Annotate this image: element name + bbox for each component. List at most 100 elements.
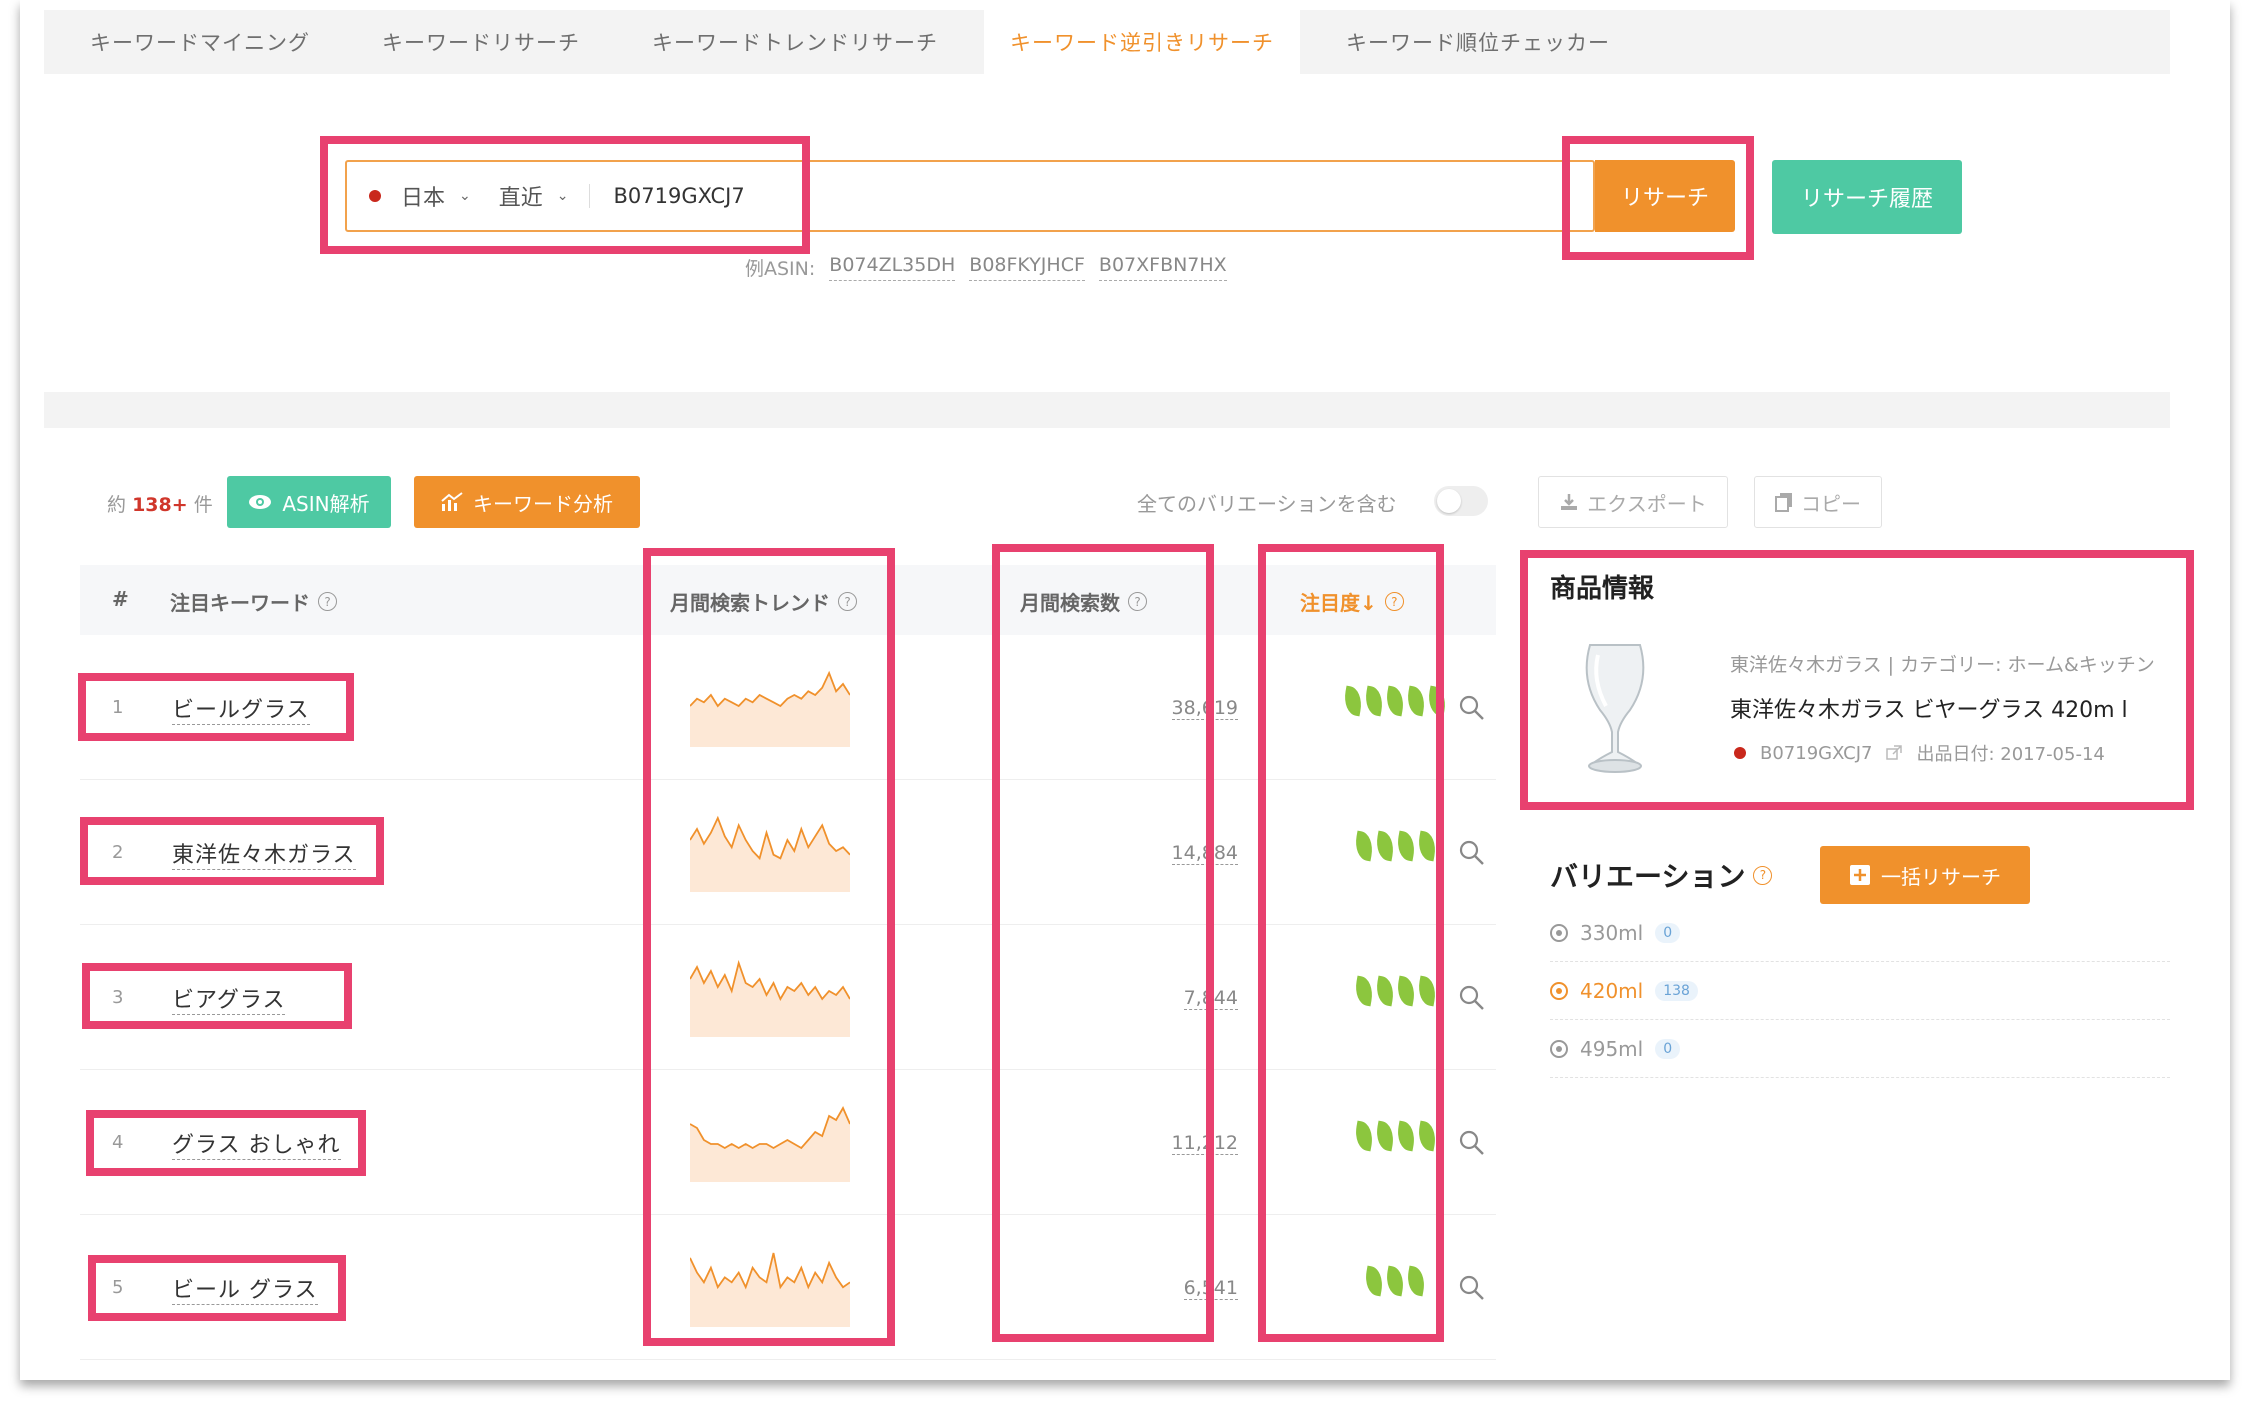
- leaf-icon: [1383, 685, 1407, 717]
- example-asin-link[interactable]: B08FKYJHCF: [969, 254, 1085, 281]
- product-asin-row: B0719GXCJ7 出品日付: 2017-05-14: [1730, 740, 2105, 766]
- example-asins: 例ASIN: B074ZL35DH B08FKYJHCF B07XFBN7HX: [745, 254, 1227, 281]
- keyword-analysis-button[interactable]: キーワード分析: [414, 476, 640, 528]
- marketplace-value: 日本: [401, 186, 446, 211]
- help-icon[interactable]: ?: [318, 592, 337, 611]
- copy-button[interactable]: コピー: [1754, 476, 1882, 528]
- variation-count-badge: 0: [1655, 1038, 1681, 1059]
- leaf-icon: [1404, 1265, 1428, 1297]
- leaf-icon: [1394, 975, 1417, 1007]
- radio-icon[interactable]: [1550, 923, 1568, 942]
- result-count-prefix: 約: [107, 494, 127, 516]
- tab-keyword-mining[interactable]: キーワードマイニング: [64, 10, 336, 74]
- plus-square-icon: [1850, 865, 1870, 885]
- search-bar: 日本 ⌄ 直近 ⌄: [345, 160, 1595, 232]
- trend-sparkline[interactable]: [690, 1100, 850, 1182]
- trend-sparkline[interactable]: [690, 810, 850, 892]
- tab-reverse-keyword-research[interactable]: キーワード逆引きリサーチ: [984, 10, 1300, 74]
- leaf-icon: [1415, 975, 1438, 1007]
- variation-label: 420ml: [1580, 978, 1644, 1003]
- search-volume-value: 38,619: [1171, 697, 1238, 720]
- product-image: [1585, 644, 1645, 773]
- column-header-attention[interactable]: 注目度↓ ?: [1300, 587, 1404, 616]
- keyword-text[interactable]: ビール グラス: [172, 1272, 318, 1305]
- search-volume[interactable]: 11,212: [1088, 1132, 1238, 1155]
- include-variations-label: 全てのバリエーションを含む: [1137, 492, 1397, 516]
- search-icon[interactable]: [1457, 1128, 1487, 1158]
- search-icon[interactable]: [1457, 838, 1487, 868]
- keyword-text[interactable]: ビールグラス: [172, 692, 310, 725]
- keyword-text[interactable]: ビアグラス: [172, 982, 286, 1015]
- help-icon[interactable]: ?: [1128, 592, 1147, 611]
- radio-icon[interactable]: [1550, 981, 1568, 1000]
- radio-icon[interactable]: [1550, 1039, 1568, 1058]
- help-icon[interactable]: ?: [1384, 592, 1404, 611]
- row-rank: 5: [112, 1277, 124, 1298]
- search-volume[interactable]: 38,619: [1088, 697, 1238, 720]
- product-asin[interactable]: B0719GXCJ7: [1760, 743, 1872, 764]
- column-header-keyword[interactable]: 注目キーワード ?: [170, 587, 337, 616]
- row-rank: 4: [112, 1132, 124, 1153]
- leaf-icon: [1415, 830, 1438, 862]
- leaf-icon: [1383, 1265, 1407, 1297]
- copy-icon: [1775, 493, 1792, 512]
- help-icon[interactable]: ?: [1753, 865, 1773, 885]
- column-header-volume[interactable]: 月間検索数 ?: [1020, 587, 1147, 616]
- search-icon[interactable]: [1457, 693, 1487, 723]
- marketplace-flag-icon: [369, 190, 381, 202]
- tab-keyword-rank-checker[interactable]: キーワード順位チェッカー: [1320, 10, 1636, 74]
- chevron-down-icon: ⌄: [556, 188, 569, 204]
- chevron-down-icon: ⌄: [459, 188, 471, 204]
- search-icon[interactable]: [1457, 983, 1487, 1013]
- search-volume[interactable]: 7,844: [1088, 987, 1238, 1010]
- table-row: 2 東洋佐々木ガラス 14,884: [80, 780, 1496, 925]
- external-link-icon[interactable]: [1886, 745, 1903, 761]
- variation-item[interactable]: 420ml 138: [1550, 962, 2170, 1020]
- column-header-trend[interactable]: 月間検索トレンド ?: [670, 587, 857, 616]
- keyword-analysis-label: キーワード分析: [473, 491, 613, 516]
- table-header: # 注目キーワード ? 月間検索トレンド ? 月間検索数 ? 注目度↓ ?: [80, 565, 1496, 635]
- asin-input[interactable]: [613, 184, 1214, 208]
- table-row: 4 グラス おしゃれ 11,212: [80, 1070, 1496, 1215]
- example-asin-link[interactable]: B07XFBN7HX: [1098, 254, 1227, 281]
- variation-label: 495ml: [1580, 1036, 1644, 1061]
- sparkline-area: [690, 963, 850, 1037]
- trend-sparkline[interactable]: [690, 955, 850, 1037]
- trend-sparkline[interactable]: [690, 665, 850, 747]
- search-volume[interactable]: 6,541: [1088, 1277, 1238, 1300]
- variation-item[interactable]: 495ml 0: [1550, 1020, 2170, 1078]
- marketplace-select[interactable]: 日本 ⌄: [401, 180, 471, 212]
- period-value: 直近: [498, 186, 543, 211]
- product-name[interactable]: 東洋佐々木ガラス ビヤーグラス 420m l: [1730, 692, 2128, 724]
- export-button[interactable]: エクスポート: [1538, 476, 1728, 528]
- keyword-text[interactable]: グラス おしゃれ: [172, 1127, 341, 1160]
- tab-keyword-research[interactable]: キーワードリサーチ: [356, 10, 606, 74]
- marketplace-flag-icon: [1734, 747, 1746, 759]
- variation-item[interactable]: 330ml 0: [1550, 904, 2170, 962]
- research-button[interactable]: リサーチ: [1595, 160, 1735, 232]
- trend-sparkline[interactable]: [690, 1245, 850, 1327]
- asin-analysis-button[interactable]: ASIN解析: [227, 476, 391, 528]
- example-asin-link[interactable]: B074ZL35DH: [829, 254, 956, 281]
- search-volume-value: 7,844: [1183, 987, 1238, 1010]
- export-label: エクスポート: [1587, 491, 1707, 516]
- search-volume[interactable]: 14,884: [1088, 842, 1238, 865]
- leaf-icon: [1425, 685, 1449, 717]
- table-row: 1 ビールグラス 38,619: [80, 635, 1496, 780]
- include-variations-toggle[interactable]: [1434, 486, 1488, 516]
- help-icon[interactable]: ?: [838, 592, 857, 611]
- column-header-keyword-label: 注目キーワード: [170, 591, 310, 615]
- eye-icon: [249, 495, 272, 509]
- table-row: 3 ビアグラス 7,844: [80, 925, 1496, 1070]
- bulk-research-button[interactable]: 一括リサーチ: [1820, 846, 2030, 904]
- result-count-value: 138+: [132, 494, 188, 516]
- period-select[interactable]: 直近 ⌄: [499, 180, 569, 212]
- tab-keyword-trend-research[interactable]: キーワードトレンドリサーチ: [626, 10, 964, 74]
- search-volume-value: 11,212: [1171, 1132, 1238, 1155]
- product-listing-date: 出品日付: 2017-05-14: [1916, 744, 2105, 765]
- search-icon[interactable]: [1457, 1273, 1487, 1303]
- sparkline-area: [690, 673, 850, 747]
- variation-count-badge: 138: [1655, 980, 1698, 1001]
- research-history-button[interactable]: リサーチ履歴: [1772, 160, 1962, 234]
- keyword-text[interactable]: 東洋佐々木ガラス: [172, 837, 356, 870]
